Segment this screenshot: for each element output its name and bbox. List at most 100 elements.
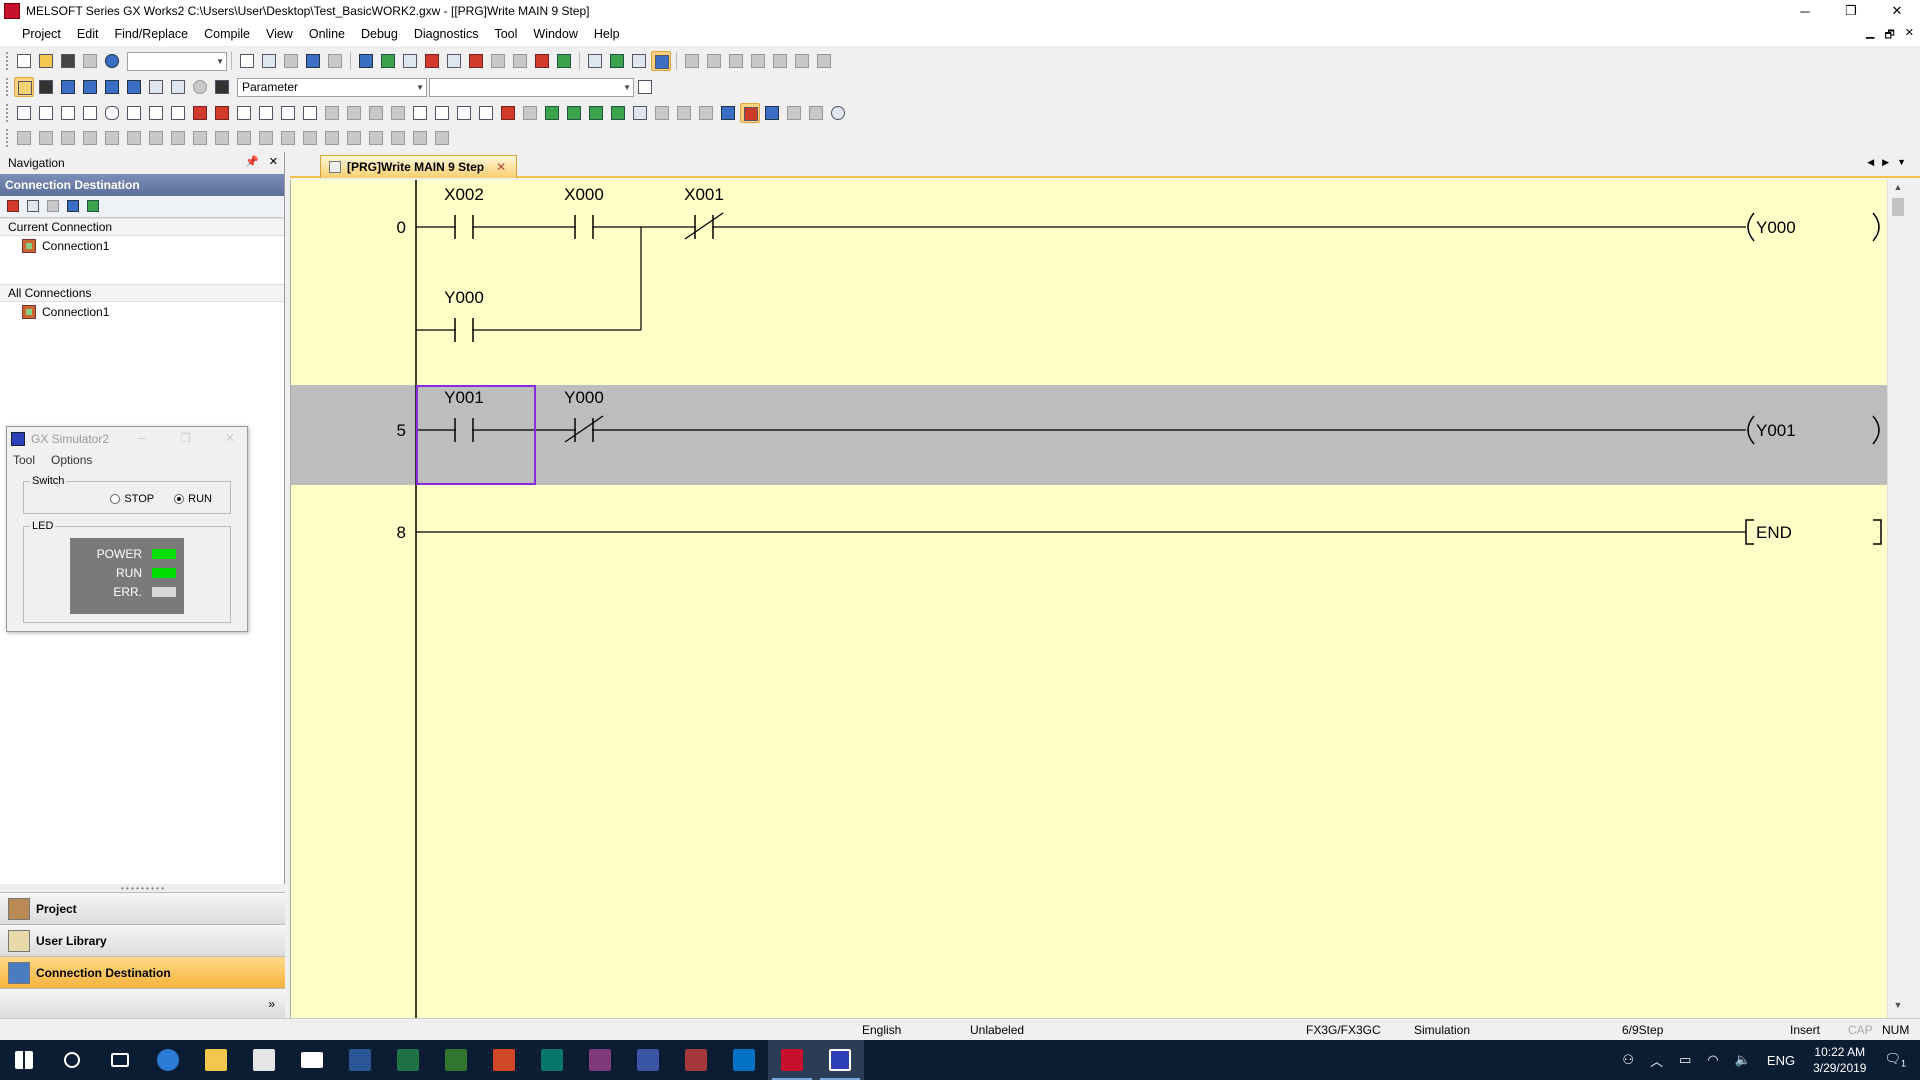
ladder-tool-e-icon[interactable] xyxy=(770,51,790,71)
project-nav-button[interactable]: Project xyxy=(0,892,285,924)
statement-edit-icon[interactable] xyxy=(564,103,584,123)
monitor-mode-icon[interactable] xyxy=(762,103,782,123)
edit-tool-11-icon[interactable] xyxy=(234,128,254,148)
tab-close-button[interactable]: ✕ xyxy=(496,160,506,174)
project-taskbar-button[interactable] xyxy=(432,1040,480,1080)
edit-tool-2-icon[interactable] xyxy=(36,128,56,148)
close-button[interactable]: ✕ xyxy=(1874,0,1920,22)
scroll-up-icon[interactable]: ▲ xyxy=(1888,182,1908,198)
open-item-icon[interactable] xyxy=(635,77,655,97)
watch-icon[interactable] xyxy=(510,51,530,71)
simulator-menu-tool[interactable]: Tool xyxy=(13,453,35,467)
clock[interactable]: 10:22 AM 3/29/2019 xyxy=(1813,1044,1866,1076)
parallel-rising-closed-icon[interactable] xyxy=(366,103,386,123)
navigation-close-button[interactable]: ✕ xyxy=(269,155,278,168)
tab-scroll-arrows[interactable]: ◀▶▼ xyxy=(1867,157,1914,168)
people-icon[interactable]: ⚇ xyxy=(1622,1052,1634,1068)
mail-taskbar-button[interactable] xyxy=(288,1040,336,1080)
edit-tool-14-icon[interactable] xyxy=(300,128,320,148)
publisher-taskbar-button[interactable] xyxy=(528,1040,576,1080)
paste-icon[interactable] xyxy=(281,51,301,71)
simulator-menu-options[interactable]: Options xyxy=(51,453,92,467)
menu-online[interactable]: Online xyxy=(301,27,353,41)
edit-tool-5-icon[interactable] xyxy=(102,128,122,148)
wifi-icon[interactable]: ◠ xyxy=(1707,1052,1718,1068)
application-instruction-icon[interactable] xyxy=(124,103,144,123)
watch-window-icon[interactable] xyxy=(146,77,166,97)
navigation-splitter[interactable]: • • • • • • • • • xyxy=(0,884,285,893)
edit-tool-20-icon[interactable] xyxy=(432,128,452,148)
menu-project[interactable]: Project xyxy=(14,27,69,41)
edit-tool-16-icon[interactable] xyxy=(344,128,364,148)
visio-taskbar-button[interactable] xyxy=(624,1040,672,1080)
menu-view[interactable]: View xyxy=(258,27,301,41)
copy-icon[interactable] xyxy=(259,51,279,71)
menu-tool[interactable]: Tool xyxy=(486,27,525,41)
coil-icon[interactable] xyxy=(102,103,122,123)
parallel-falling-pulse-icon[interactable] xyxy=(300,103,320,123)
edit-tool-6-icon[interactable] xyxy=(124,128,144,148)
output-window-icon[interactable] xyxy=(58,77,78,97)
parallel-rising-pulse-icon[interactable] xyxy=(278,103,298,123)
edit-tool-19-icon[interactable] xyxy=(410,128,430,148)
edit-tool-15-icon[interactable] xyxy=(322,128,342,148)
user-library-nav-button[interactable]: User Library xyxy=(0,924,285,956)
edit-tool-13-icon[interactable] xyxy=(278,128,298,148)
redo-icon[interactable] xyxy=(325,51,345,71)
restore-button[interactable]: ❐ xyxy=(1828,0,1874,22)
ladder-tool-b-icon[interactable] xyxy=(704,51,724,71)
menu-window[interactable]: Window xyxy=(525,27,585,41)
volume-icon[interactable]: 🔈 xyxy=(1735,1052,1751,1068)
replace-icon[interactable] xyxy=(607,51,627,71)
ladder-tool-d-icon[interactable] xyxy=(748,51,768,71)
stop-radio[interactable]: STOP xyxy=(110,493,154,505)
edit-tool-1-icon[interactable] xyxy=(14,128,34,148)
new-connection-icon[interactable] xyxy=(5,198,23,216)
device-use-list-icon[interactable] xyxy=(124,77,144,97)
mdi-minimize-button[interactable]: ▁ xyxy=(1866,26,1874,45)
connection-properties-icon[interactable] xyxy=(65,198,83,216)
toolbar-combo-2[interactable]: ▼ xyxy=(429,77,634,97)
simulator-minimize-button[interactable]: ─ xyxy=(138,431,147,445)
more-nav-button[interactable]: » xyxy=(0,988,285,1018)
edit-tool-7-icon[interactable] xyxy=(146,128,166,148)
menu-compile[interactable]: Compile xyxy=(196,27,258,41)
task-view-button[interactable] xyxy=(96,1040,144,1080)
device-comment-icon[interactable] xyxy=(608,103,628,123)
write-plc-icon[interactable] xyxy=(378,51,398,71)
edit-tool-9-icon[interactable] xyxy=(190,128,210,148)
operation-result-falling-icon[interactable] xyxy=(432,103,452,123)
search-window-icon[interactable] xyxy=(168,77,188,97)
device-batch-icon[interactable] xyxy=(532,51,552,71)
edit-tool-10-icon[interactable] xyxy=(212,128,232,148)
ladder-tool-f-icon[interactable] xyxy=(792,51,812,71)
monitor-icon[interactable] xyxy=(444,51,464,71)
ladder-tool-g-icon[interactable] xyxy=(814,51,834,71)
zoom-c-icon[interactable] xyxy=(696,103,716,123)
rising-pulse-closed-icon[interactable] xyxy=(322,103,342,123)
start-button[interactable] xyxy=(0,1040,48,1080)
edit-tool-17-icon[interactable] xyxy=(366,128,386,148)
scroll-thumb[interactable] xyxy=(1892,198,1904,216)
falling-pulse-icon[interactable] xyxy=(256,103,276,123)
device-list-icon[interactable] xyxy=(102,77,122,97)
closed-contact-icon[interactable] xyxy=(58,103,78,123)
open-folder-icon[interactable] xyxy=(36,51,56,71)
ladder-tool-c-icon[interactable] xyxy=(726,51,746,71)
access-taskbar-button[interactable] xyxy=(672,1040,720,1080)
read-plc-icon[interactable] xyxy=(356,51,376,71)
simulator-maximize-button[interactable]: ❐ xyxy=(180,431,191,445)
explorer-taskbar-button[interactable] xyxy=(192,1040,240,1080)
write-mode-icon[interactable] xyxy=(784,103,804,123)
inverted-operation-icon[interactable] xyxy=(454,103,474,123)
vertical-line-icon[interactable] xyxy=(168,103,188,123)
store-taskbar-button[interactable] xyxy=(240,1040,288,1080)
powerpoint-taskbar-button[interactable] xyxy=(480,1040,528,1080)
display-comment-icon[interactable] xyxy=(630,103,650,123)
rising-pulse-icon[interactable] xyxy=(234,103,254,123)
edge-taskbar-button[interactable] xyxy=(144,1040,192,1080)
current-connection-item[interactable]: Connection1 xyxy=(0,236,284,256)
save-icon[interactable] xyxy=(58,51,78,71)
delete-line-icon[interactable] xyxy=(498,103,518,123)
pin-icon[interactable]: 📌 xyxy=(245,155,259,168)
